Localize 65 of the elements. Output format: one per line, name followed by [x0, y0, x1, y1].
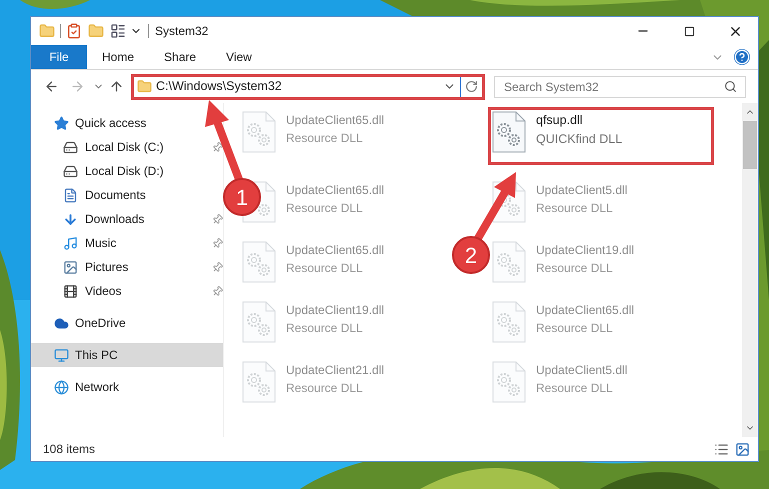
details-view-icon[interactable] — [714, 442, 729, 456]
pin-icon[interactable] — [212, 214, 223, 224]
file-type: Resource DLL — [286, 130, 364, 147]
ribbon-tab[interactable]: Home — [87, 45, 150, 69]
gear-file-icon — [492, 241, 526, 283]
ribbon-tab[interactable]: Share — [149, 45, 212, 69]
window-title: System32 — [155, 23, 208, 40]
file-type: Resource DLL — [286, 320, 364, 337]
help-icon[interactable] — [734, 49, 750, 65]
gear-file-icon — [492, 111, 526, 153]
properties-icon[interactable] — [110, 23, 126, 39]
sidebar-item[interactable]: Documents — [31, 183, 197, 207]
pin-icon[interactable] — [212, 286, 223, 296]
film-icon — [62, 283, 78, 299]
star-icon — [53, 115, 69, 131]
gear-file-icon — [242, 241, 276, 283]
file-type: Resource DLL — [286, 380, 364, 397]
ribbon-tab[interactable]: View — [211, 45, 267, 69]
drive-icon — [62, 139, 78, 155]
drive-icon — [62, 163, 78, 179]
sidebar-item[interactable]: OneDrive — [31, 311, 205, 335]
file-type: Resource DLL — [286, 260, 364, 277]
pin-icon[interactable] — [212, 238, 223, 248]
sidebar-item[interactable]: Downloads — [31, 207, 196, 231]
gear-file-icon — [492, 361, 526, 403]
right-arrow-icon — [70, 79, 84, 94]
picture-frame-icon — [62, 259, 78, 275]
sidebar-item[interactable]: Local Disk (C:) — [31, 135, 196, 159]
gear-file-icon — [242, 111, 276, 153]
pin-icon[interactable] — [212, 262, 223, 272]
sidebar-item[interactable]: Local Disk (D:) — [31, 159, 197, 183]
sidebar-item[interactable]: Music — [31, 231, 196, 255]
pin-icon[interactable] — [212, 142, 223, 152]
document-icon — [62, 187, 78, 203]
address-text: C:\Windows\System32 — [156, 78, 282, 96]
sidebar-item[interactable]: Network — [31, 375, 205, 399]
music-note-icon — [62, 235, 78, 251]
file-type: Resource DLL — [536, 380, 614, 397]
sidebar-item[interactable]: This PC — [31, 343, 223, 367]
scrollbar[interactable] — [742, 103, 758, 437]
file-item[interactable]: qfsup.dll QUICKfind DLL — [488, 107, 714, 165]
address-bar[interactable]: C:\Windows\System32 — [131, 74, 485, 100]
scrollbar-thumb[interactable] — [743, 121, 757, 169]
ribbon-tab[interactable]: File — [31, 45, 87, 69]
gear-file-icon — [492, 301, 526, 343]
monitor-icon — [53, 347, 69, 363]
file-type: Resource DLL — [536, 260, 614, 277]
file-type: Resource DLL — [536, 320, 614, 337]
search-field[interactable]: Search System32 — [494, 76, 746, 98]
file-type: Resource DLL — [536, 200, 614, 217]
sidebar-item[interactable]: Quick access — [31, 111, 205, 135]
gear-file-icon — [242, 361, 276, 403]
tiles-view-icon[interactable] — [735, 442, 750, 456]
folder-icon — [137, 79, 152, 94]
file-type: QUICKfind DLL — [536, 130, 622, 148]
file-type: Resource DLL — [286, 200, 364, 217]
item-count: 108 items — [43, 441, 96, 458]
search-icon — [724, 80, 737, 92]
checklist-icon[interactable] — [66, 23, 82, 39]
maximize-icon — [684, 26, 694, 36]
globe-icon — [53, 379, 69, 395]
gear-file-icon — [242, 301, 276, 343]
file-name[interactable]: qfsup.dll — [536, 111, 622, 130]
sidebar-item[interactable]: Videos — [31, 279, 196, 303]
sidebar-item[interactable]: Pictures — [31, 255, 196, 279]
